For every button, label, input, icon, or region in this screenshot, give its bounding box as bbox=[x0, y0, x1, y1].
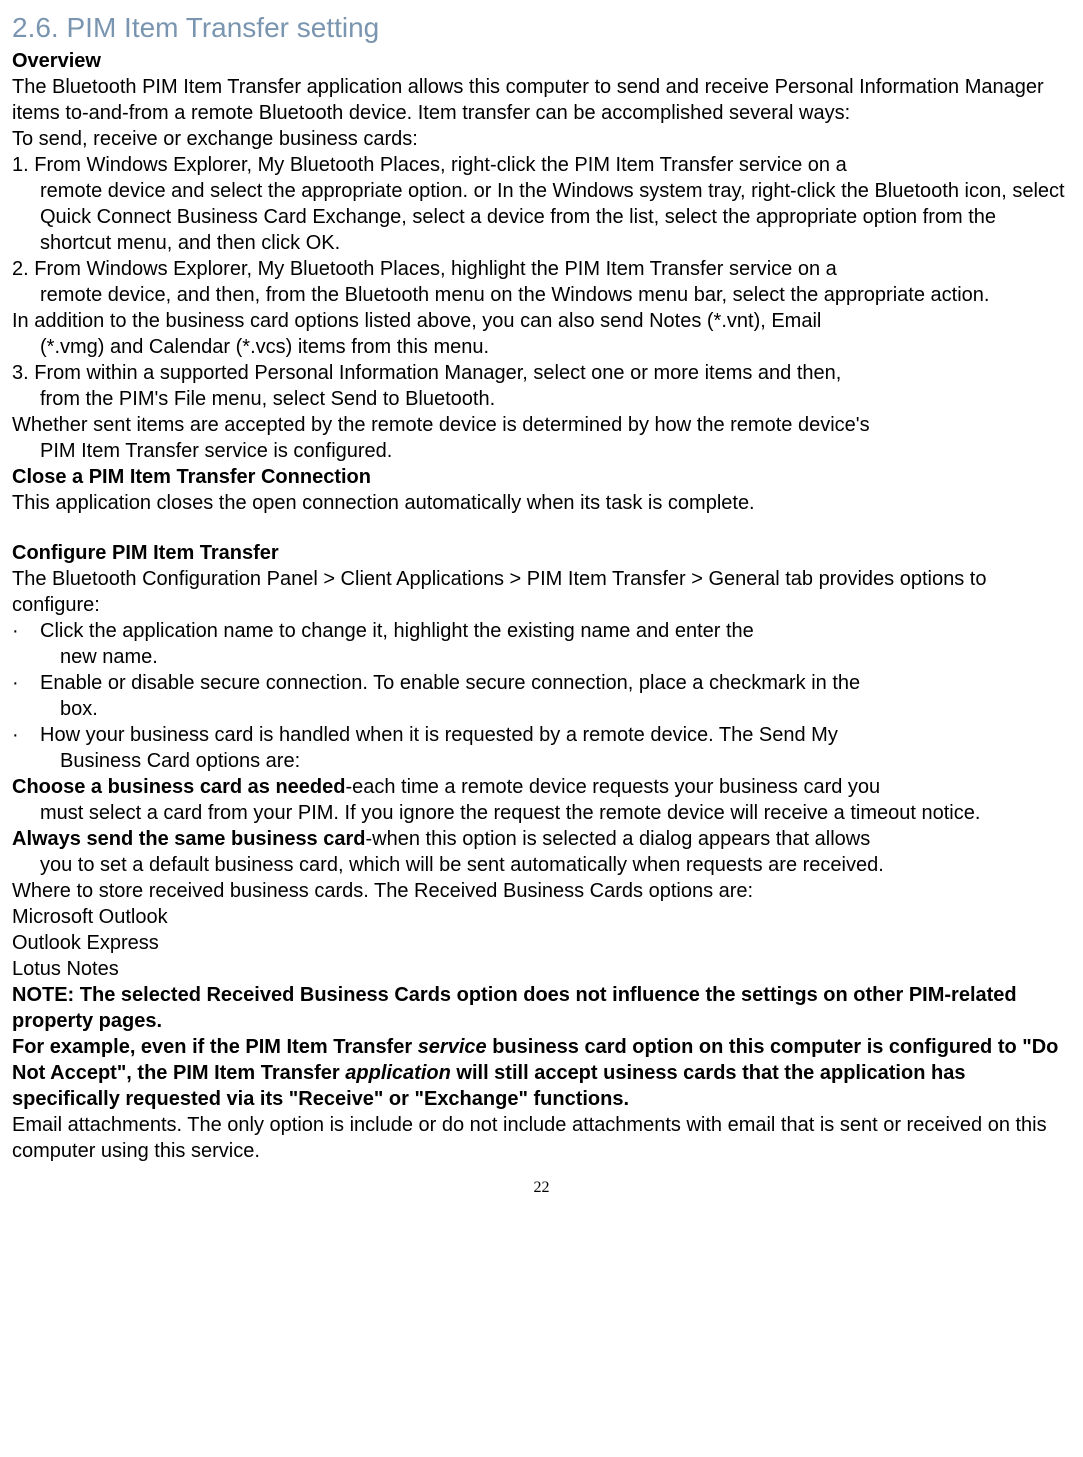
note-part-a: For example, even if the PIM Item Transf… bbox=[12, 1036, 418, 1058]
bullet-3-text: How your business card is handled when i… bbox=[40, 722, 1071, 748]
option-lotus-notes: Lotus Notes bbox=[12, 956, 1071, 982]
always-continuation: you to set a default business card, whic… bbox=[12, 852, 1071, 878]
option-outlook-express: Outlook Express bbox=[12, 930, 1071, 956]
configure-text: The Bluetooth Configuration Panel > Clie… bbox=[12, 566, 1071, 618]
step-1-line-1: 1. From Windows Explorer, My Bluetooth P… bbox=[12, 152, 1071, 178]
choose-bold: Choose a business card as needed bbox=[12, 776, 345, 798]
close-heading: Close a PIM Item Transfer Connection bbox=[12, 464, 1071, 490]
choose-option-line-1: Choose a business card as needed-each ti… bbox=[12, 774, 1071, 800]
where-line: Where to store received business cards. … bbox=[12, 878, 1071, 904]
close-text: This application closes the open connect… bbox=[12, 490, 1071, 516]
always-rest: -when this option is selected a dialog a… bbox=[366, 828, 871, 850]
bullet-dot-icon: · bbox=[12, 670, 40, 696]
option-outlook: Microsoft Outlook bbox=[12, 904, 1071, 930]
bullet-dot-icon: · bbox=[12, 618, 40, 644]
bullet-item-2: · Enable or disable secure connection. T… bbox=[12, 670, 1071, 696]
bullet-dot-icon: · bbox=[12, 722, 40, 748]
section-heading: 2.6. PIM Item Transfer setting bbox=[12, 10, 1071, 46]
in-addition-line-1: In addition to the business card options… bbox=[12, 308, 1071, 334]
bullet-2-continuation: box. bbox=[12, 696, 1071, 722]
email-attachments-line: Email attachments. The only option is in… bbox=[12, 1112, 1071, 1164]
step-3-line-1: 3. From within a supported Personal Info… bbox=[12, 360, 1071, 386]
whether-continuation: PIM Item Transfer service is configured. bbox=[12, 438, 1071, 464]
overview-paragraph: The Bluetooth PIM Item Transfer applicat… bbox=[12, 74, 1071, 126]
choose-rest: -each time a remote device requests your… bbox=[345, 776, 880, 798]
note-service-word: service bbox=[418, 1036, 487, 1058]
configure-heading: Configure PIM Item Transfer bbox=[12, 540, 1071, 566]
bullet-1-continuation: new name. bbox=[12, 644, 1071, 670]
bullet-2-text: Enable or disable secure connection. To … bbox=[40, 670, 1071, 696]
page-number: 22 bbox=[12, 1178, 1071, 1199]
note-application-word: application bbox=[345, 1062, 451, 1084]
always-bold: Always send the same business card bbox=[12, 828, 366, 850]
to-send-line: To send, receive or exchange business ca… bbox=[12, 126, 1071, 152]
note-line-2: For example, even if the PIM Item Transf… bbox=[12, 1034, 1071, 1112]
bullet-3-continuation: Business Card options are: bbox=[12, 748, 1071, 774]
bullet-item-3: · How your business card is handled when… bbox=[12, 722, 1071, 748]
note-line-1: NOTE: The selected Received Business Car… bbox=[12, 982, 1071, 1034]
step-2-line-1: 2. From Windows Explorer, My Bluetooth P… bbox=[12, 256, 1071, 282]
always-option-line-1: Always send the same business card-when … bbox=[12, 826, 1071, 852]
bullet-1-text: Click the application name to change it,… bbox=[40, 618, 1071, 644]
bullet-item-1: · Click the application name to change i… bbox=[12, 618, 1071, 644]
step-1-continuation: remote device and select the appropriate… bbox=[12, 178, 1071, 256]
blank-line bbox=[12, 516, 1071, 540]
overview-label: Overview bbox=[12, 48, 1071, 74]
whether-line-1: Whether sent items are accepted by the r… bbox=[12, 412, 1071, 438]
step-3-continuation: from the PIM's File menu, select Send to… bbox=[12, 386, 1071, 412]
step-2-continuation: remote device, and then, from the Blueto… bbox=[12, 282, 1071, 308]
choose-continuation: must select a card from your PIM. If you… bbox=[12, 800, 1071, 826]
in-addition-continuation: (*.vmg) and Calendar (*.vcs) items from … bbox=[12, 334, 1071, 360]
